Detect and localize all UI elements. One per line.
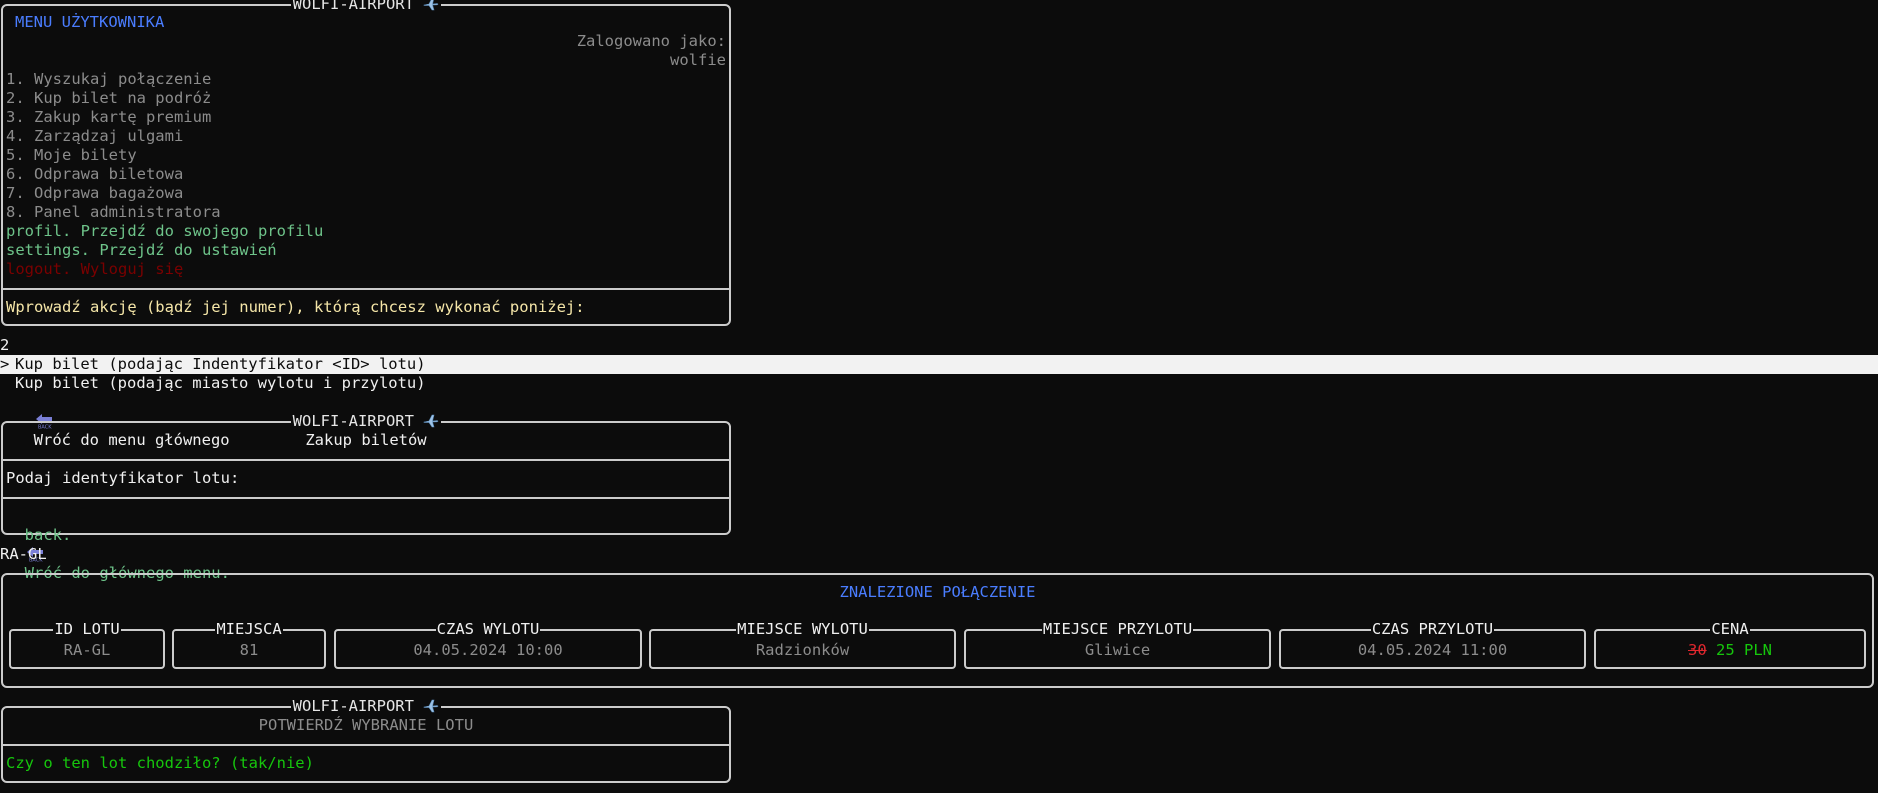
- cell-arrival-time: CZAS PRZYLOTU 04.05.2024 11:00: [1279, 620, 1586, 669]
- value-departure-place: Radzionków: [755, 641, 850, 659]
- price-new: 25 PLN: [1716, 641, 1772, 659]
- menu-heading: MENU UŻYTKOWNIKA: [15, 13, 165, 31]
- select-option-by-city[interactable]: Kup bilet (podając miasto wylotu i przyl…: [15, 374, 426, 393]
- value-flight-id: RA-GL: [63, 641, 111, 659]
- col-header-arr-place: MIEJSCE PRZYLOTU: [1041, 620, 1194, 638]
- app-title: WOLFI-AIRPORT: [3, 0, 729, 14]
- value-arrival-time: 04.05.2024 11:00: [1357, 641, 1508, 659]
- menu-item-ticket-checkin[interactable]: 6. Odprawa biletowa: [6, 165, 183, 184]
- confirm-subtitle: POTWIERDŹ WYBRANIE LOTU: [258, 716, 474, 734]
- value-price: 30 25 PLN: [1596, 641, 1864, 660]
- typed-input-flight-id[interactable]: RA-GL: [0, 545, 47, 564]
- action-prompt: Wprowadź akcję (bądź jej numer), którą c…: [6, 298, 585, 316]
- menu-item-buy-ticket[interactable]: 2. Kup bilet na podróż: [6, 89, 211, 108]
- username: wolfie: [670, 51, 726, 69]
- flight-id-prompt: Podaj identyfikator lotu:: [6, 469, 240, 487]
- app-title: WOLFI-AIRPORT: [3, 412, 729, 431]
- value-departure-time: 04.05.2024 10:00: [413, 641, 563, 659]
- airplane-icon: [424, 414, 439, 428]
- purchase-subtitle: Zakup biletów: [305, 431, 427, 449]
- col-header-id: ID LOTU: [53, 620, 121, 638]
- cell-departure-time: CZAS WYLOTU 04.05.2024 10:00: [334, 620, 642, 669]
- back-command-label: back.: [24, 526, 72, 544]
- col-header-seats: MIEJSCA: [215, 620, 283, 638]
- logged-as-label: Zalogowano jako:: [576, 32, 726, 50]
- col-header-arr-time: CZAS PRZYLOTU: [1370, 620, 1495, 638]
- col-header-price: CENA: [1710, 620, 1750, 638]
- select-option-by-id-label: Kup bilet (podając Indentyfikator <ID> l…: [15, 355, 426, 373]
- menu-item-admin-panel[interactable]: 8. Panel administratora: [6, 203, 221, 222]
- airplane-icon: [424, 0, 439, 11]
- confirm-question: Czy o ten lot chodziło? (tak/nie): [6, 754, 314, 772]
- airplane-icon: [424, 699, 439, 713]
- menu-item-my-tickets[interactable]: 5. Moje bilety: [6, 146, 137, 165]
- cell-arrival-place: MIEJSCE PRZYLOTU Gliwice: [964, 620, 1271, 669]
- col-header-dep-place: MIEJSCE WYLOTU: [736, 620, 869, 638]
- menu-item-settings[interactable]: settings. Przejdź do ustawień: [6, 241, 277, 260]
- menu-item-logout[interactable]: logout. Wyloguj się: [6, 260, 183, 279]
- selected-marker: >: [0, 355, 10, 373]
- menu-item-baggage-checkin[interactable]: 7. Odprawa bagażowa: [6, 184, 183, 203]
- menu-item-profile[interactable]: profil. Przejdź do swojego profilu: [6, 222, 323, 241]
- menu-item-premium-card[interactable]: 3. Zakup kartę premium: [6, 108, 211, 127]
- value-arrival-place: Gliwice: [1084, 641, 1151, 659]
- cell-price: CENA 30 25 PLN: [1594, 620, 1866, 669]
- cell-flight-id: ID LOTU RA-GL: [9, 620, 165, 669]
- cell-departure-place: MIEJSCE WYLOTU Radzionków: [649, 620, 956, 669]
- value-seats: 81: [239, 641, 259, 659]
- found-heading: ZNALEZIONE POŁĄCZENIE: [839, 583, 1036, 601]
- cell-seats: MIEJSCA 81: [172, 620, 326, 669]
- app-title: WOLFI-AIRPORT: [3, 697, 729, 716]
- menu-item-search[interactable]: 1. Wyszukaj połączenie: [6, 70, 211, 89]
- typed-input-choice[interactable]: 2: [0, 336, 9, 355]
- menu-item-discounts[interactable]: 4. Zarządzaj ulgami: [6, 127, 183, 146]
- select-option-by-id[interactable]: > Kup bilet (podając Indentyfikator <ID>…: [0, 355, 1878, 374]
- col-header-dep-time: CZAS WYLOTU: [435, 620, 541, 638]
- price-old: 30: [1687, 641, 1707, 659]
